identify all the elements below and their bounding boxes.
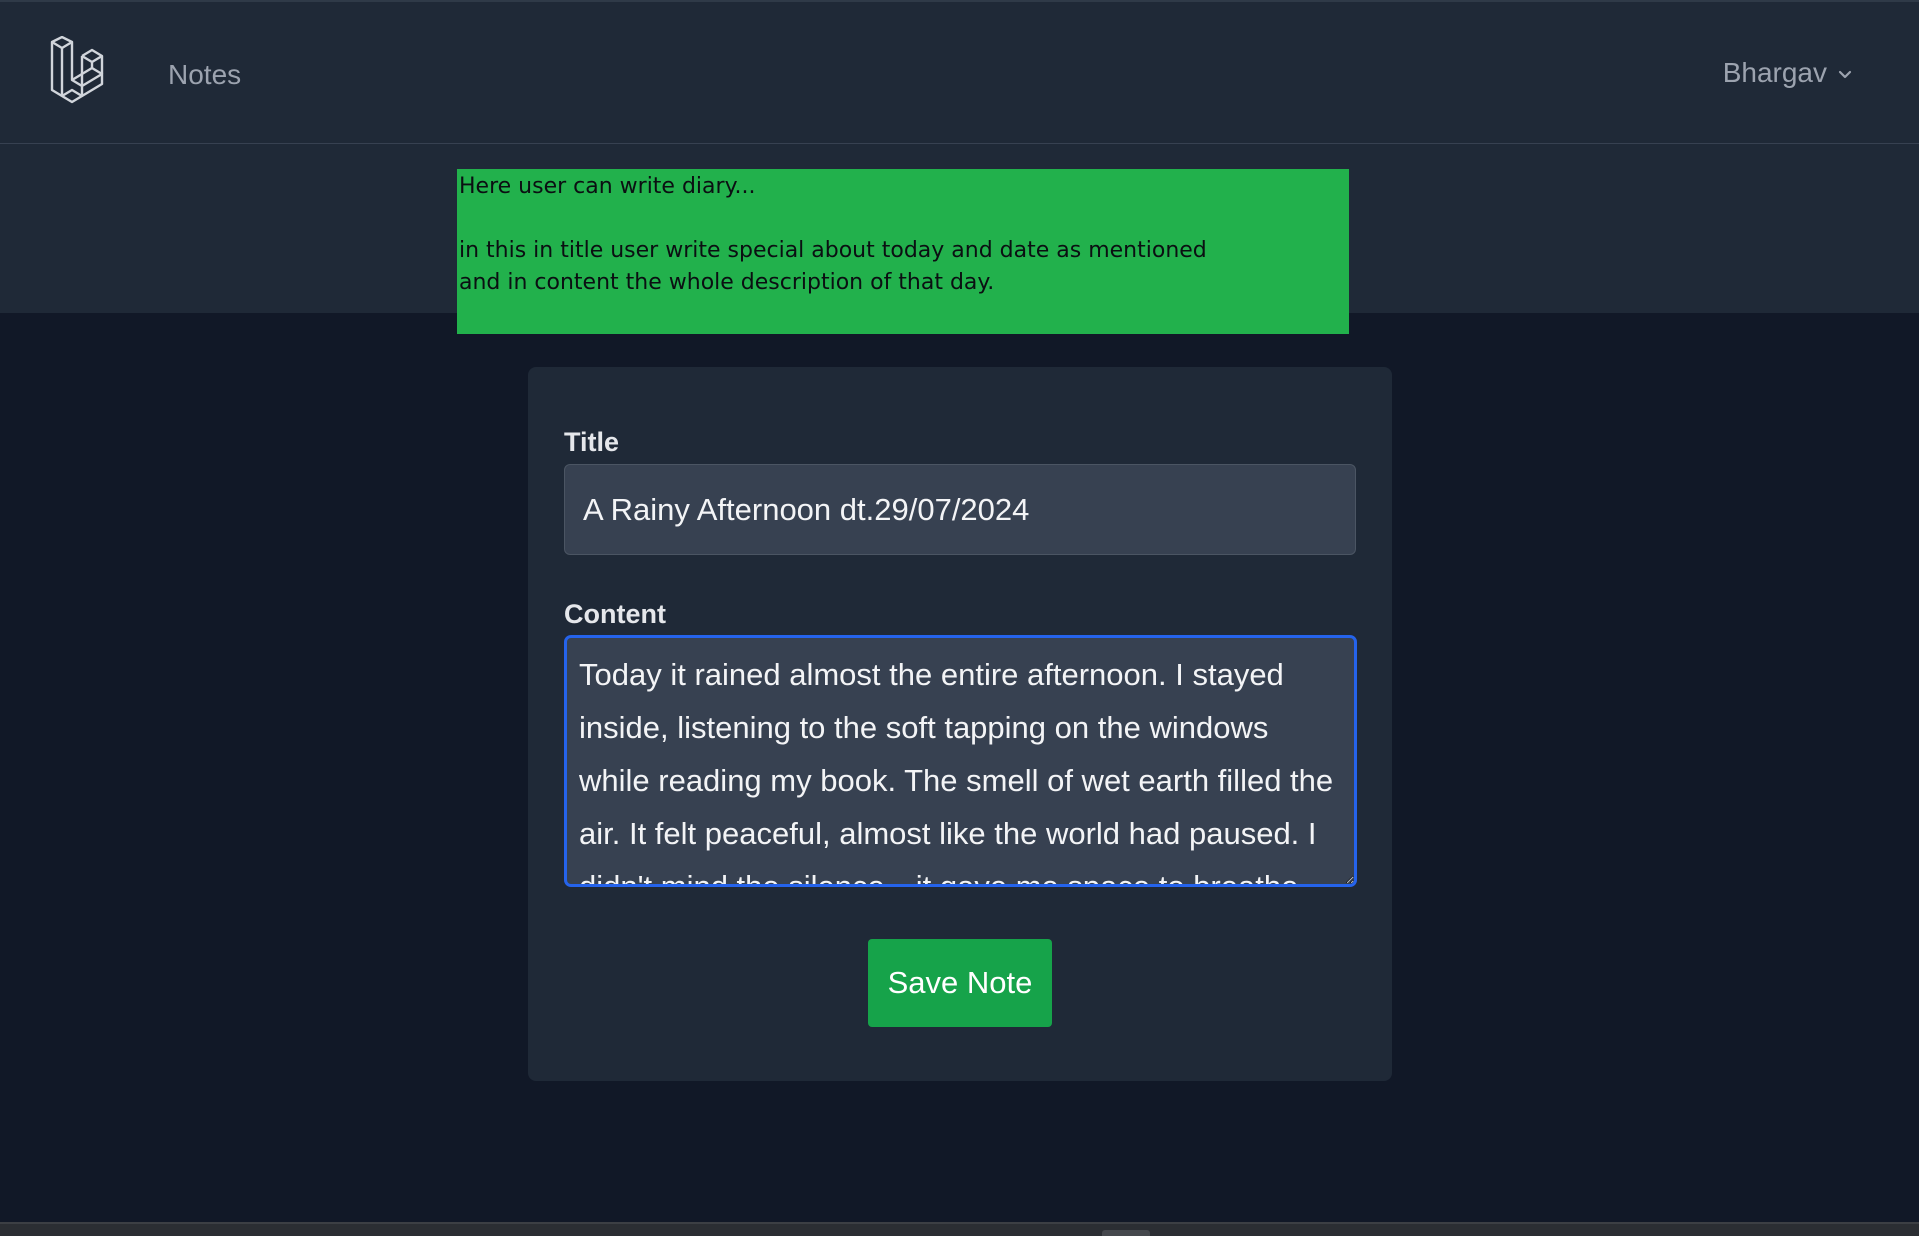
- annotation-line: in this in title user write special abou…: [459, 238, 1207, 263]
- chevron-down-icon: [1838, 70, 1852, 79]
- nav-link-notes[interactable]: Notes: [168, 59, 241, 91]
- annotation-line: and in content the whole description of …: [459, 270, 995, 295]
- page: Notes Bhargav Here user can write diary.…: [0, 0, 1919, 1236]
- laravel-logo-icon[interactable]: [50, 36, 104, 112]
- user-name: Bhargav: [1722, 57, 1827, 88]
- window-resize-handle[interactable]: [1102, 1230, 1150, 1236]
- title-input[interactable]: [564, 464, 1356, 555]
- user-menu[interactable]: Bhargav: [1723, 57, 1853, 89]
- diary-annotation-note: Here user can write diary... in this in …: [457, 169, 1349, 334]
- annotation-line: Here user can write diary...: [459, 174, 756, 199]
- note-form-card: Title Content Today it rained almost the…: [528, 367, 1392, 1081]
- title-label: Title: [564, 427, 620, 457]
- top-navigation: Notes Bhargav: [0, 0, 1919, 144]
- save-note-button[interactable]: Save Note: [868, 939, 1052, 1027]
- content-label: Content: [564, 599, 666, 629]
- window-bottom-edge: [0, 1222, 1919, 1236]
- annotation-spacer: [459, 203, 1347, 235]
- content-textarea[interactable]: Today it rained almost the entire aftern…: [564, 635, 1357, 887]
